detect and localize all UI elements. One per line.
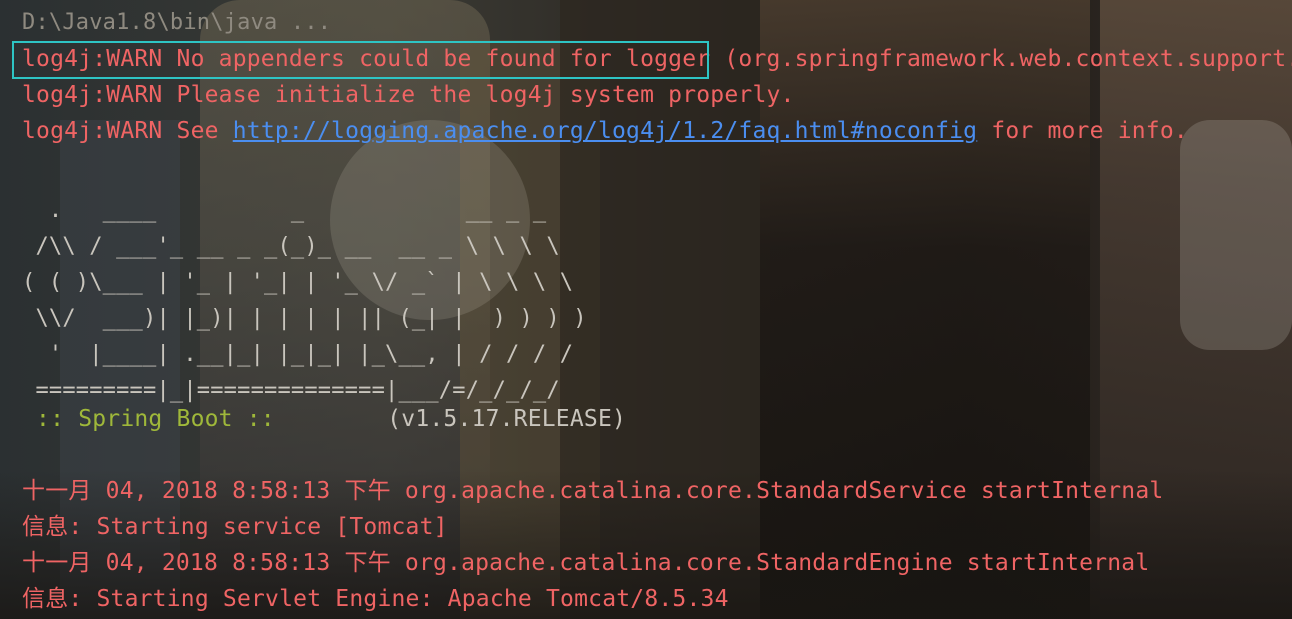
warn-line-3-after: for more info. bbox=[977, 118, 1188, 144]
spring-boot-version: (v1.5.17.RELEASE) bbox=[288, 406, 627, 432]
banner-line-3: ( ( )\___ | '_ | '_| | '_ \/ _` | \ \ \ … bbox=[22, 270, 574, 295]
log-line-1: 十一月 04, 2018 8:58:13 下午 org.apache.catal… bbox=[22, 478, 1164, 504]
log-line-2: 信息: Starting service [Tomcat] bbox=[22, 514, 448, 540]
noconfig-link[interactable]: http://logging.apache.org/log4j/1.2/faq.… bbox=[233, 118, 978, 144]
log-line-4: 信息: Starting Servlet Engine: Apache Tomc… bbox=[22, 586, 729, 612]
console-output[interactable]: D:\Java1.8\bin\java ... log4j:WARN No ap… bbox=[0, 0, 1292, 619]
command-line: D:\Java1.8\bin\java ... bbox=[22, 10, 332, 35]
spring-boot-line: :: Spring Boot :: (v1.5.17.RELEASE) bbox=[22, 401, 626, 437]
warn-line-2: log4j:WARN Please initialize the log4j s… bbox=[22, 82, 795, 108]
highlight-box bbox=[12, 41, 709, 79]
spring-boot-label: :: Spring Boot :: bbox=[22, 406, 289, 432]
warn-line-3: log4j:WARN See http://logging.apache.org… bbox=[22, 113, 1188, 149]
banner-line-1: . ____ _ __ _ _ bbox=[22, 198, 547, 223]
banner-line-5: ' |____| .__|_| |_|_| |_\__, | / / / / bbox=[22, 342, 574, 367]
banner-line-4: \\/ ___)| |_)| | | | | || (_| | ) ) ) ) bbox=[22, 306, 587, 331]
log-line-3: 十一月 04, 2018 8:58:13 下午 org.apache.catal… bbox=[22, 550, 1150, 576]
warn-line-3-before: log4j:WARN See bbox=[22, 118, 233, 144]
banner-line-2: /\\ / ___'_ __ _ _(_)_ __ __ _ \ \ \ \ bbox=[22, 234, 560, 259]
warn-line-1-suffix: (org.springframework.web.context.support… bbox=[710, 46, 1292, 72]
